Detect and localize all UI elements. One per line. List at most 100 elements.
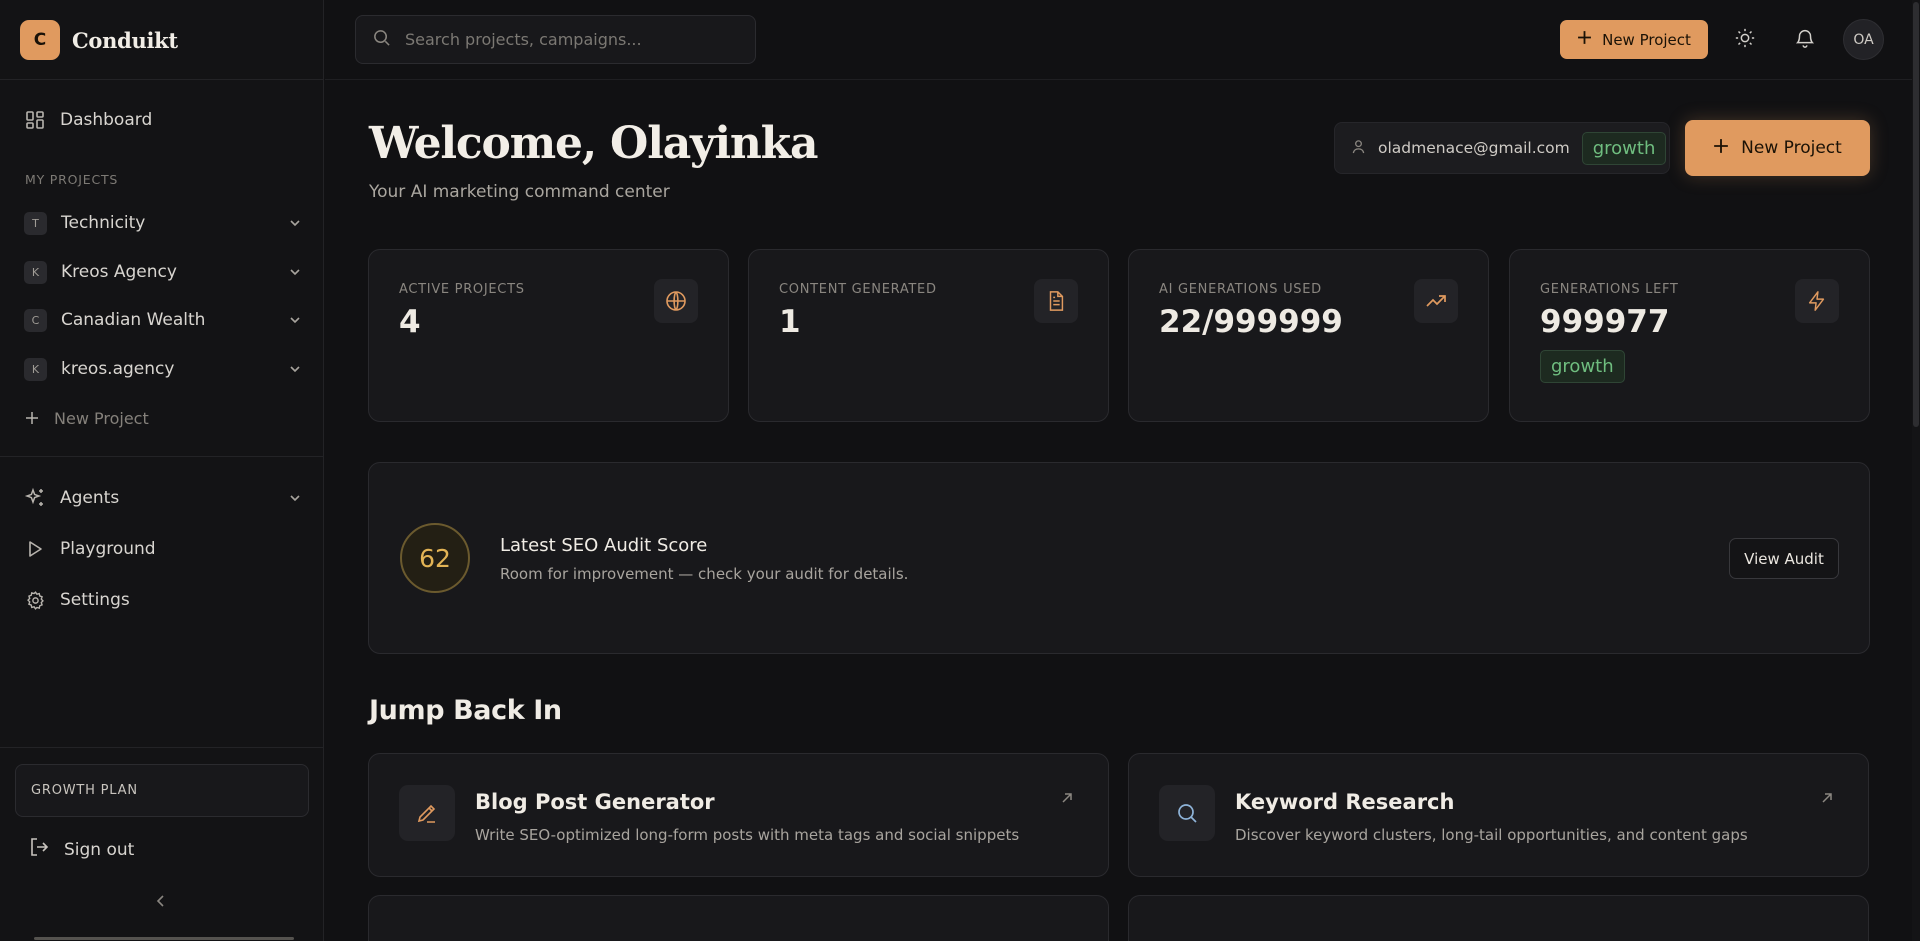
user-info-pill: oladmenace@gmail.com growth (1334, 122, 1670, 174)
search-icon (372, 28, 391, 51)
project-name: Kreos Agency (61, 262, 177, 282)
page-subtitle: Your AI marketing command center (369, 182, 670, 202)
seo-audit-card: 62 Latest SEO Audit Score Room for impro… (368, 462, 1870, 654)
sidebar-item-playground[interactable]: Playground (24, 533, 302, 565)
sidebar-project-kreos-agency[interactable]: K Kreos Agency (24, 256, 302, 288)
project-name: Technicity (61, 213, 146, 233)
tool-card-blog-post-generator[interactable]: Blog Post Generator Write SEO-optimized … (368, 753, 1109, 877)
tool-card-keyword-research[interactable]: Keyword Research Discover keyword cluste… (1128, 753, 1869, 877)
stat-value: 22/999999 (1159, 304, 1343, 340)
project-name: kreos.agency (61, 359, 175, 379)
user-icon (1351, 139, 1366, 158)
chevron-down-icon[interactable] (288, 215, 302, 235)
sidebar-new-project[interactable]: New Project (24, 402, 302, 434)
search-icon (1159, 785, 1215, 841)
sidebar: C Conduikt Dashboard MY PROJECTS T Techn… (0, 0, 324, 941)
chevron-down-icon[interactable] (288, 361, 302, 381)
sidebar-scrollbar[interactable] (34, 937, 294, 940)
sidebar-item-agents[interactable]: Agents (24, 482, 302, 514)
avatar[interactable]: OA (1843, 19, 1884, 60)
sign-out-label: Sign out (64, 839, 135, 860)
stat-card-generations-left: GENERATIONS LEFT 999977 growth (1509, 249, 1870, 422)
sidebar-item-label: Settings (60, 590, 130, 610)
brand-name: Conduikt (72, 27, 178, 53)
sidebar-item-settings[interactable]: Settings (24, 584, 302, 616)
seo-description: Room for improvement — check your audit … (500, 565, 909, 583)
chevron-down-icon[interactable] (288, 264, 302, 284)
chevron-down-icon[interactable] (288, 490, 302, 510)
stat-card-content-generated: CONTENT GENERATED 1 (748, 249, 1109, 422)
seo-title: Latest SEO Audit Score (500, 535, 708, 556)
user-email: oladmenace@gmail.com (1378, 139, 1570, 157)
dashboard-icon (24, 109, 46, 131)
sidebar-item-label: Playground (60, 539, 156, 559)
plus-icon (24, 407, 40, 429)
tool-description: Write SEO-optimized long-form posts with… (475, 826, 1020, 844)
topbar: New Project OA (325, 0, 1920, 80)
plus-icon (1713, 138, 1729, 159)
page-title: Welcome, Olayinka (369, 118, 818, 169)
notifications-button[interactable] (1785, 20, 1825, 60)
stat-value: 4 (399, 304, 421, 340)
project-initial-badge: C (24, 308, 47, 332)
plan-tag: growth (1581, 131, 1667, 165)
tool-title: Blog Post Generator (475, 790, 715, 814)
project-initial-badge: T (24, 211, 47, 235)
view-audit-button[interactable]: View Audit (1729, 538, 1839, 579)
stat-label: CONTENT GENERATED (779, 282, 937, 297)
plus-icon (1577, 30, 1592, 49)
sidebar-item-label: Agents (60, 488, 120, 508)
search-input[interactable] (405, 30, 735, 49)
sidebar-item-dashboard[interactable]: Dashboard (24, 104, 302, 136)
button-label: New Project (1602, 30, 1691, 49)
stat-value: 999977 (1540, 304, 1670, 340)
sidebar-project-canadian-wealth[interactable]: C Canadian Wealth (24, 304, 302, 336)
sidebar-divider (0, 79, 324, 80)
stat-value: 1 (779, 304, 801, 340)
project-initial-badge: K (24, 260, 47, 284)
sidebar-project-kreos-agency-domain[interactable]: K kreos.agency (24, 353, 302, 385)
arrow-up-right-icon (1820, 790, 1834, 809)
tool-card-partial[interactable] (1128, 895, 1869, 941)
seo-score: 62 (400, 523, 470, 593)
bell-icon (1794, 27, 1816, 53)
trending-up-icon (1414, 279, 1458, 323)
main-scrollbar[interactable] (1912, 0, 1920, 941)
chevron-down-icon[interactable] (288, 312, 302, 332)
tool-card-partial[interactable] (368, 895, 1109, 941)
plan-box[interactable]: GROWTH PLAN (15, 764, 309, 817)
tool-description: Discover keyword clusters, long-tail opp… (1235, 826, 1748, 844)
sparkles-icon (24, 487, 46, 509)
globe-icon (654, 279, 698, 323)
project-name: Canadian Wealth (61, 310, 206, 330)
gear-icon (24, 589, 46, 611)
sidebar-divider (0, 747, 324, 748)
stat-label: ACTIVE PROJECTS (399, 282, 525, 297)
stat-label: GENERATIONS LEFT (1540, 282, 1679, 297)
brand-logo: C (20, 20, 60, 60)
stat-card-ai-generations-used: AI GENERATIONS USED 22/999999 (1128, 249, 1489, 422)
project-initial-badge: K (24, 357, 47, 381)
lightning-icon (1795, 279, 1839, 323)
pencil-icon (399, 785, 455, 841)
theme-toggle-button[interactable] (1725, 20, 1765, 60)
sun-icon (1734, 27, 1756, 53)
new-project-button[interactable]: New Project (1685, 120, 1870, 176)
stat-label: AI GENERATIONS USED (1159, 282, 1322, 297)
collapse-sidebar-icon[interactable] (154, 893, 168, 912)
topbar-new-project-button[interactable]: New Project (1560, 20, 1708, 59)
sign-out-button[interactable]: Sign out (28, 836, 134, 863)
sidebar-project-technicity[interactable]: T Technicity (24, 207, 302, 239)
brand[interactable]: C Conduikt (20, 20, 178, 60)
sign-out-icon (28, 836, 50, 863)
sidebar-divider (0, 456, 324, 457)
plan-tag: growth (1540, 350, 1625, 383)
search-box[interactable] (355, 15, 756, 64)
section-title: Jump Back In (369, 695, 562, 726)
sidebar-item-label: Dashboard (60, 110, 153, 130)
button-label: New Project (1741, 138, 1842, 158)
sidebar-item-label: New Project (54, 408, 149, 428)
document-icon (1034, 279, 1078, 323)
arrow-up-right-icon (1060, 790, 1074, 809)
main-scrollbar-thumb[interactable] (1913, 2, 1919, 427)
